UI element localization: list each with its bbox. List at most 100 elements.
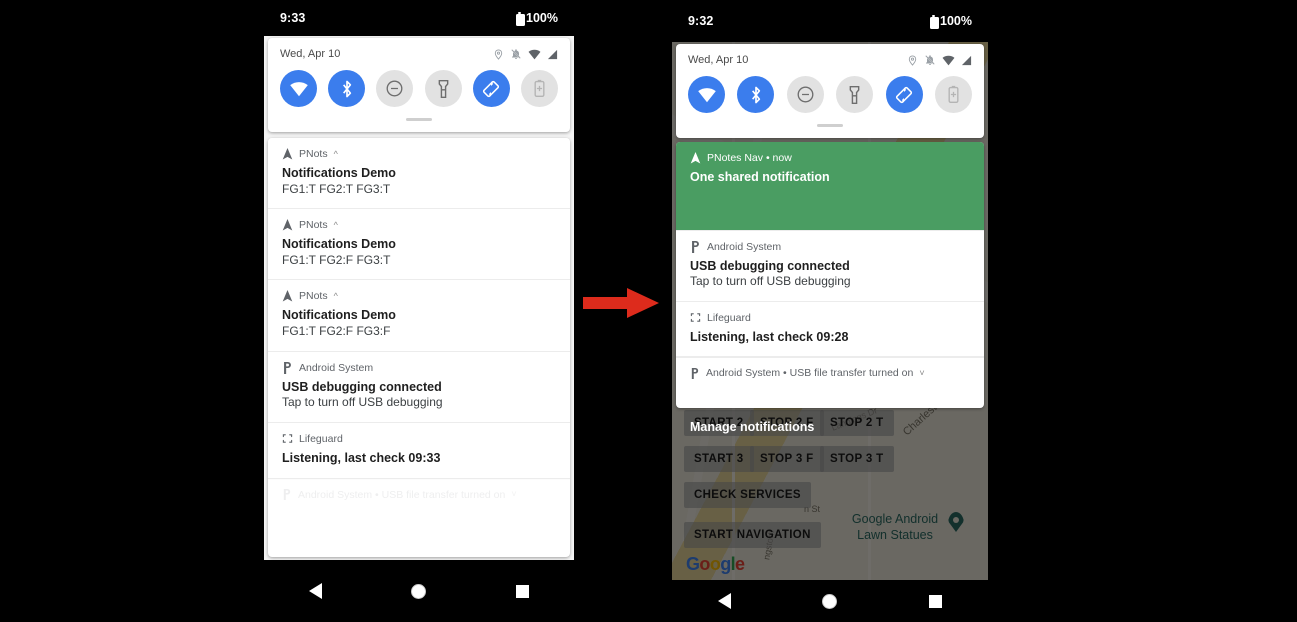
- nav-bar-left: [264, 560, 574, 622]
- qs-date: Wed, Apr 10: [280, 48, 341, 60]
- android-system-icon: [691, 367, 699, 379]
- auto-rotate-icon: [895, 86, 913, 103]
- quick-settings-drag-handle[interactable]: [676, 117, 984, 133]
- notification-title: USB debugging connected: [690, 258, 850, 273]
- minus-circle-icon: [386, 80, 403, 97]
- wifi-tile[interactable]: [688, 76, 725, 113]
- flashlight-tile[interactable]: [836, 76, 874, 113]
- wifi-icon: [289, 81, 308, 96]
- recents-button[interactable]: [516, 584, 530, 598]
- signal-icon: [961, 55, 972, 65]
- chevron-up-icon[interactable]: ^: [334, 291, 338, 301]
- notification-header: Android System: [690, 240, 970, 253]
- notification-item[interactable]: Android System USB debugging connected T…: [676, 230, 984, 302]
- flashlight-tile[interactable]: [424, 70, 462, 107]
- chevron-down-icon[interactable]: ˅: [511, 490, 516, 499]
- notification-header: PNots ^: [282, 290, 556, 302]
- notifications-muted-icon: [925, 55, 935, 65]
- battery-plus-icon: [534, 79, 545, 97]
- chevron-down-icon[interactable]: ˅: [919, 368, 924, 378]
- notification-title: One shared notification: [690, 170, 830, 184]
- notification-item[interactable]: PNots ^ Notifications Demo FG1:T FG2:F F…: [268, 280, 570, 352]
- auto-rotate-tile[interactable]: [885, 76, 923, 113]
- battery-saver-tile[interactable]: [520, 70, 558, 107]
- do-not-disturb-tile[interactable]: [786, 76, 824, 113]
- location-icon: [494, 48, 503, 60]
- quick-settings-tiles: [268, 62, 570, 111]
- signal-icon: [547, 49, 558, 59]
- battery-saver-tile[interactable]: [934, 76, 972, 113]
- wifi-icon: [697, 87, 716, 102]
- notification-title: Notifications Demo: [282, 308, 396, 323]
- notification-app-name: Lifeguard: [707, 311, 751, 324]
- battery-percent: 100%: [940, 14, 972, 28]
- status-bar-right: 100%: [516, 11, 558, 26]
- location-icon: [908, 54, 917, 66]
- wifi-icon: [942, 55, 955, 65]
- notification-header: Lifeguard: [690, 312, 970, 324]
- status-bar-left: 9:33 100%: [264, 0, 574, 36]
- notification-item-shared[interactable]: PNotes Nav • now One shared notification: [676, 142, 984, 231]
- notification-title: USB debugging connected: [282, 379, 442, 394]
- back-button[interactable]: [717, 593, 731, 609]
- notification-group-footer-text: Android System • USB file transfer turne…: [706, 367, 914, 380]
- notification-item[interactable]: Android System USB debugging connected T…: [268, 351, 570, 423]
- back-button[interactable]: [308, 583, 322, 599]
- quick-settings-panel-right[interactable]: Wed, Apr 10: [676, 44, 984, 138]
- notification-body: Tap to turn off USB debugging: [690, 274, 851, 289]
- auto-rotate-tile[interactable]: [472, 70, 510, 107]
- status-bar-time: 9:32: [688, 14, 714, 28]
- chevron-up-icon[interactable]: ^: [334, 220, 338, 230]
- notification-item[interactable]: PNots ^ Notifications Demo FG1:T FG2:T F…: [268, 138, 570, 210]
- lifeguard-icon: [690, 313, 701, 323]
- manage-notifications-row[interactable]: Manage notifications: [676, 414, 984, 440]
- notification-group-footer-text: Android System • USB file transfer turne…: [298, 488, 506, 501]
- battery-plus-icon: [948, 85, 959, 103]
- do-not-disturb-tile[interactable]: [376, 70, 414, 107]
- android-system-icon: [284, 361, 291, 374]
- notification-title: Notifications Demo: [282, 166, 396, 180]
- lifeguard-icon: [282, 434, 293, 444]
- notification-item[interactable]: PNots ^ Notifications Demo FG1:T FG2:F F…: [268, 209, 570, 281]
- notification-app-name: Android System: [299, 361, 374, 374]
- flashlight-icon: [438, 79, 448, 98]
- quick-settings-tiles: [676, 68, 984, 117]
- bluetooth-tile[interactable]: [737, 76, 775, 113]
- notification-body: FG1:T FG2:F FG3:T: [282, 252, 391, 267]
- home-button[interactable]: [411, 583, 427, 599]
- notification-header: PNotes Nav • now: [690, 152, 970, 164]
- notification-app-name: PNotes Nav • now: [707, 152, 792, 164]
- notification-list-left[interactable]: PNots ^ Notifications Demo FG1:T FG2:T F…: [268, 138, 570, 557]
- notification-header: Lifeguard: [282, 433, 556, 445]
- notification-list-right[interactable]: PNotes Nav • now One shared notification…: [676, 142, 984, 408]
- notification-item[interactable]: Lifeguard Listening, last check 09:28: [676, 301, 984, 358]
- bluetooth-tile[interactable]: [328, 70, 366, 107]
- phone-right: 9:32 100% Landings Dr Charleston n St ng…: [672, 0, 988, 622]
- recents-button[interactable]: [929, 594, 943, 608]
- notification-app-name: Lifeguard: [299, 432, 343, 445]
- quick-settings-drag-handle[interactable]: [268, 111, 570, 127]
- pnots-icon: [282, 148, 293, 160]
- battery-icon: [516, 11, 526, 26]
- qs-status-icons: [907, 54, 972, 66]
- phone-left: 9:33 100% Wed, Apr 10 PNots ^ Notificati…: [264, 0, 574, 622]
- quick-settings-header: Wed, Apr 10: [676, 44, 984, 68]
- qs-date: Wed, Apr 10: [688, 54, 749, 66]
- bluetooth-icon: [342, 80, 351, 97]
- manage-notifications-label[interactable]: Manage notifications: [676, 420, 814, 434]
- notification-item[interactable]: Lifeguard Listening, last check 09:33: [268, 422, 570, 479]
- qs-status-icons: [493, 48, 558, 60]
- notification-app-name: PNots: [299, 290, 328, 303]
- chevron-up-icon[interactable]: ^: [334, 149, 338, 159]
- notification-header: PNots ^: [282, 219, 556, 231]
- screenshot-root: 9:33 100% Wed, Apr 10 PNots ^ Notificati…: [0, 0, 1297, 622]
- notification-group-footer[interactable]: Android System • USB file transfer turne…: [676, 357, 984, 389]
- quick-settings-panel-left[interactable]: Wed, Apr 10: [268, 38, 570, 132]
- wifi-tile[interactable]: [280, 70, 317, 107]
- notification-group-footer[interactable]: Android System • USB file transfer turne…: [268, 478, 570, 510]
- android-system-icon: [692, 240, 699, 253]
- home-button[interactable]: [822, 593, 838, 609]
- notification-title: Listening, last check 09:28: [690, 329, 849, 344]
- notification-app-name: PNots: [299, 148, 328, 160]
- flow-arrow: [583, 288, 659, 318]
